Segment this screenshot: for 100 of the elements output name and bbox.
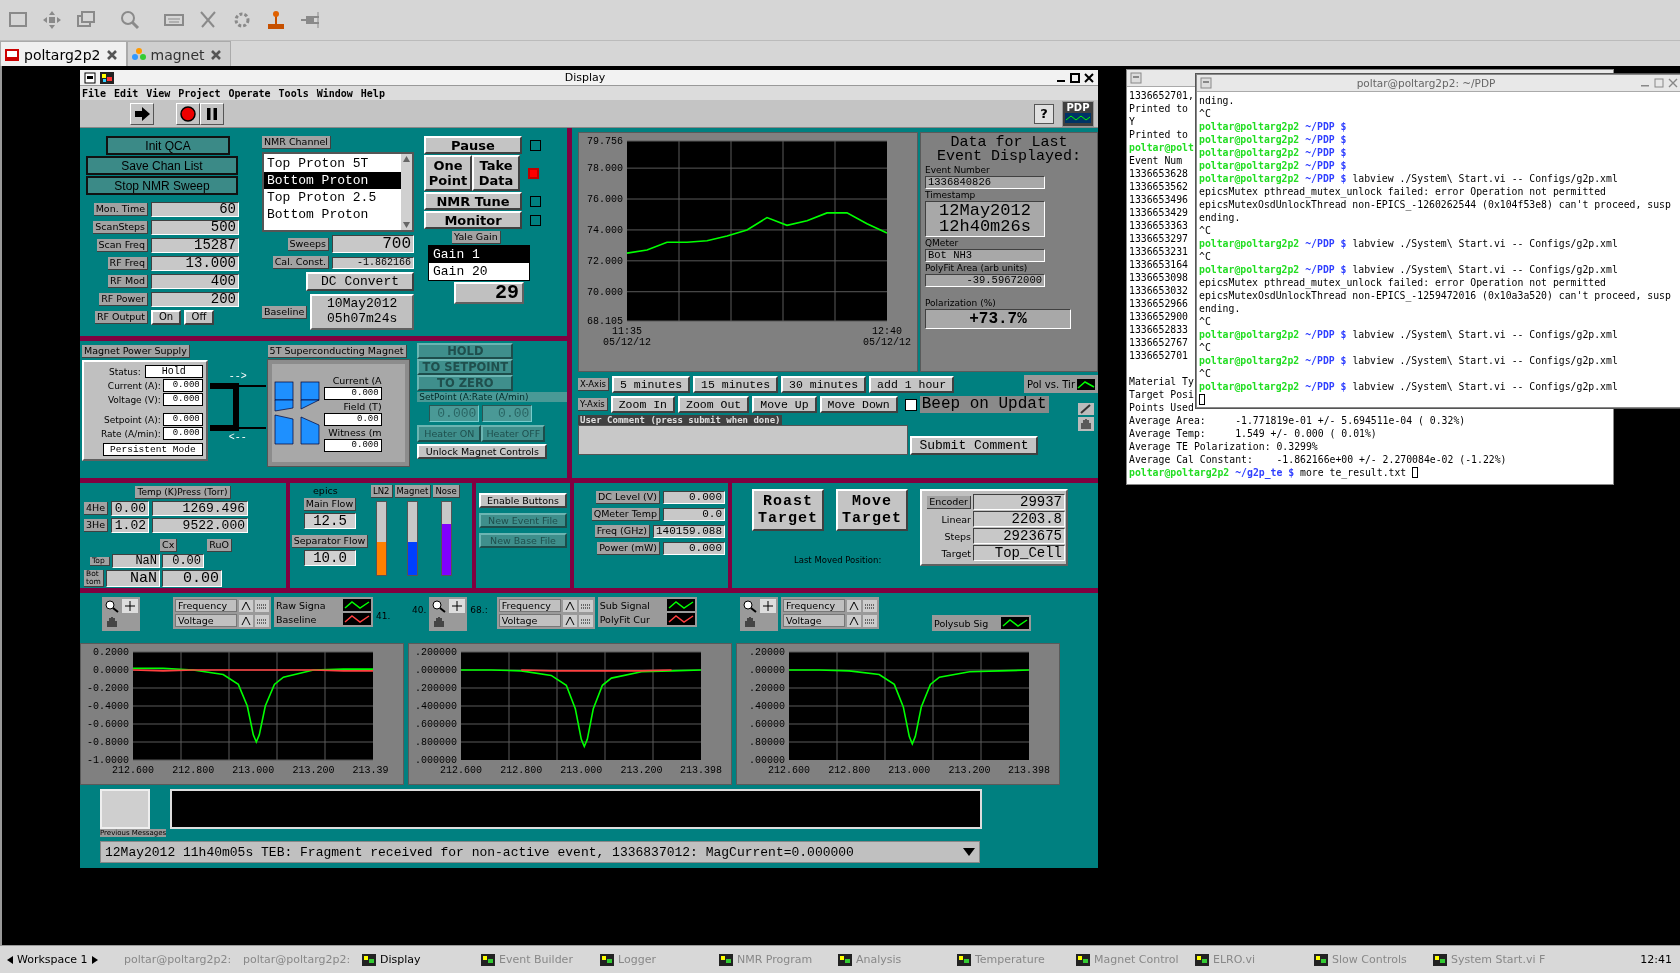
axis-button[interactable]: Zoom In <box>610 396 675 413</box>
nmr-action-button[interactable]: Save Chan List <box>86 156 238 175</box>
format-icon[interactable] <box>255 614 269 627</box>
axis-lock-icon[interactable] <box>239 599 253 612</box>
zoom-icon[interactable] <box>104 599 120 613</box>
tab[interactable]: magnet <box>126 41 231 67</box>
close-icon[interactable] <box>1084 72 1094 83</box>
scroll-down-icon[interactable] <box>401 220 412 230</box>
axis-tick-label: .600000 <box>415 719 457 730</box>
tab[interactable]: poltarg2p2 <box>0 41 127 67</box>
menu-item[interactable]: View <box>146 87 171 99</box>
setting-label: ScanSteps <box>93 221 148 234</box>
panel-button[interactable]: One Point <box>424 155 472 191</box>
format-icon[interactable] <box>863 599 877 612</box>
menu-item[interactable]: Window <box>316 87 353 99</box>
persistent-mode-button[interactable]: Persistent Mode <box>103 443 203 456</box>
setting-field[interactable]: 500 <box>151 220 239 235</box>
magnifier-icon[interactable] <box>120 10 140 30</box>
run-button[interactable] <box>130 102 154 125</box>
target-button[interactable]: Move Target <box>836 489 908 531</box>
setting-field[interactable]: 13.000 <box>151 256 239 271</box>
axis-tick-label: 213.000 <box>888 765 931 776</box>
crosshair-icon[interactable] <box>122 599 138 613</box>
crosshair-icon[interactable] <box>760 599 776 613</box>
axis-button[interactable]: Move Down <box>819 396 898 413</box>
arrow-text: <-- <box>228 432 247 443</box>
crosshair-icon[interactable] <box>449 599 466 613</box>
panel-button[interactable]: Monitor <box>424 211 522 229</box>
menu-item[interactable]: Help <box>360 87 385 99</box>
pencil-icon[interactable] <box>1078 403 1094 415</box>
window-icon[interactable] <box>8 10 28 30</box>
scroll-up-icon[interactable] <box>401 154 412 164</box>
menu-item[interactable]: Project <box>178 87 221 99</box>
format-icon[interactable] <box>863 614 877 627</box>
terminal-line: ^C <box>1199 315 1211 328</box>
target-button[interactable]: Roast Target <box>752 489 824 531</box>
move-arrows-icon[interactable] <box>42 10 62 30</box>
terminal-line: Points Used <box>1129 401 1194 414</box>
format-icon[interactable] <box>255 599 269 612</box>
axis-button[interactable]: 5 minutes <box>611 375 691 393</box>
axis-button[interactable]: 30 minutes <box>781 375 867 393</box>
dropdown-icon[interactable] <box>963 848 975 856</box>
file-button[interactable]: Enable Buttons <box>479 493 567 508</box>
menu-item[interactable]: Tools <box>278 87 309 99</box>
right-arrow-icon[interactable] <box>90 954 99 965</box>
scrollbar[interactable] <box>401 154 412 230</box>
axis-lock-icon[interactable] <box>562 599 577 612</box>
menu-item[interactable]: File <box>82 87 107 99</box>
close-icon[interactable] <box>105 48 118 61</box>
left-arrow-icon[interactable] <box>6 954 14 965</box>
terminal-line: poltar@poltarg2p2 ~/PDP $ <box>1199 133 1347 146</box>
gain-item[interactable]: Gain 1 <box>429 246 529 263</box>
joystick-icon[interactable] <box>266 10 286 30</box>
setting-field[interactable]: 60 <box>151 202 239 217</box>
axis-button[interactable]: add 1 hour <box>869 375 955 393</box>
field-label: Target <box>941 547 971 559</box>
beep-checkbox[interactable] <box>904 398 917 411</box>
axis-lock-icon[interactable] <box>239 614 253 627</box>
setting-field[interactable]: 400 <box>151 274 239 289</box>
format-icon[interactable] <box>578 614 593 627</box>
help-button[interactable]: ? <box>1034 103 1054 124</box>
maximize-icon[interactable] <box>1070 72 1080 83</box>
axis-lock-icon[interactable] <box>847 599 861 612</box>
axis-lock-icon[interactable] <box>847 614 861 627</box>
format-icon[interactable] <box>578 599 593 612</box>
channel-item[interactable]: Bottom Proton <box>264 172 401 189</box>
axis-lock-icon[interactable] <box>562 614 577 627</box>
nmr-action-button[interactable]: Stop NMR Sweep <box>86 176 238 195</box>
zoom-icon[interactable] <box>742 599 758 613</box>
submit-comment-button[interactable]: Submit Comment <box>910 436 1038 455</box>
labview-icon <box>1314 953 1328 966</box>
axis-button[interactable]: Zoom Out <box>678 396 750 413</box>
level-label: Magnet <box>394 485 432 498</box>
reading-field: 0.0 <box>663 508 725 521</box>
nmr-action-button[interactable]: Init QCA <box>106 136 230 155</box>
dc-convert-button[interactable]: DC Convert <box>306 272 414 291</box>
pause-button[interactable] <box>200 102 224 125</box>
setting-field[interactable]: 200 <box>151 292 239 307</box>
setting-label: Scan Freq <box>96 239 148 252</box>
rf-output-button[interactable]: On <box>151 310 181 325</box>
menu-item[interactable]: Edit <box>114 87 139 99</box>
axis-button[interactable]: 15 minutes <box>693 375 779 393</box>
zoom-icon[interactable] <box>431 599 448 613</box>
event-value-field: 1336840826 <box>925 176 1045 189</box>
panel-button[interactable]: Pause <box>424 136 522 154</box>
windows-icon[interactable] <box>76 10 96 30</box>
terminal-line: Y <box>1129 115 1135 128</box>
comment-field[interactable] <box>578 425 908 455</box>
window-menu-icon[interactable] <box>84 71 96 84</box>
setting-field[interactable]: 15287 <box>151 238 239 253</box>
axis-button[interactable]: Move Up <box>752 396 817 413</box>
field-label: Status: <box>109 366 141 377</box>
rf-output-button[interactable]: Off <box>184 310 214 325</box>
taskbar-item[interactable]: Display <box>360 953 479 966</box>
unlock-button[interactable]: Unlock Magnet Controls <box>417 444 548 459</box>
gain-item[interactable]: Gain 20 <box>429 263 529 280</box>
record-button[interactable] <box>176 102 200 125</box>
panel-button[interactable]: NMR Tune <box>424 192 522 210</box>
panel-button[interactable]: Take Data <box>472 155 520 191</box>
menu-item[interactable]: Operate <box>228 87 271 99</box>
